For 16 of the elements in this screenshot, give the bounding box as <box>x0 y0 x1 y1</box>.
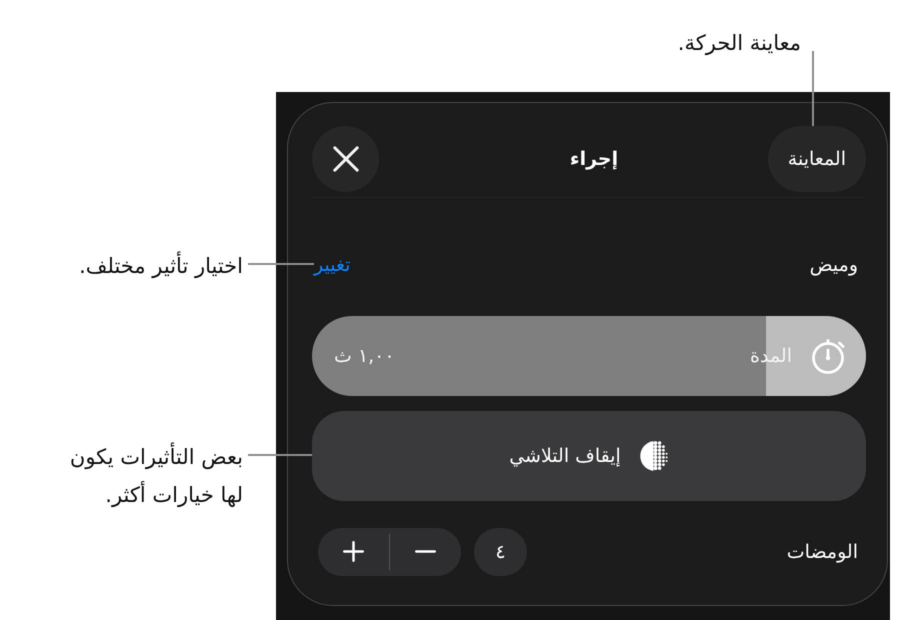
option-button[interactable]: إيقاف التلاشي <box>312 411 866 501</box>
flash-count: ٤ <box>474 528 527 576</box>
callout-text: بعض التأثيرات يكون لها خيارات أكثر. <box>70 438 243 514</box>
leader-line <box>248 454 312 456</box>
close-icon <box>332 145 360 173</box>
duration-reading: ١,٠٠ ث <box>334 345 395 367</box>
effect-name: وميض <box>810 254 858 276</box>
plus-icon <box>343 541 364 562</box>
callout-text: معاينة الحركة. <box>678 30 801 58</box>
callout-text: اختيار تأثير مختلف. <box>79 247 243 285</box>
minus-icon <box>415 550 436 553</box>
preview-button[interactable]: المعاينة <box>768 126 866 192</box>
sheet-title: إجراء <box>568 148 618 170</box>
flashes-label: الومضات <box>786 540 858 562</box>
leader-line <box>248 263 314 265</box>
change-link[interactable]: تغيير <box>314 254 350 276</box>
